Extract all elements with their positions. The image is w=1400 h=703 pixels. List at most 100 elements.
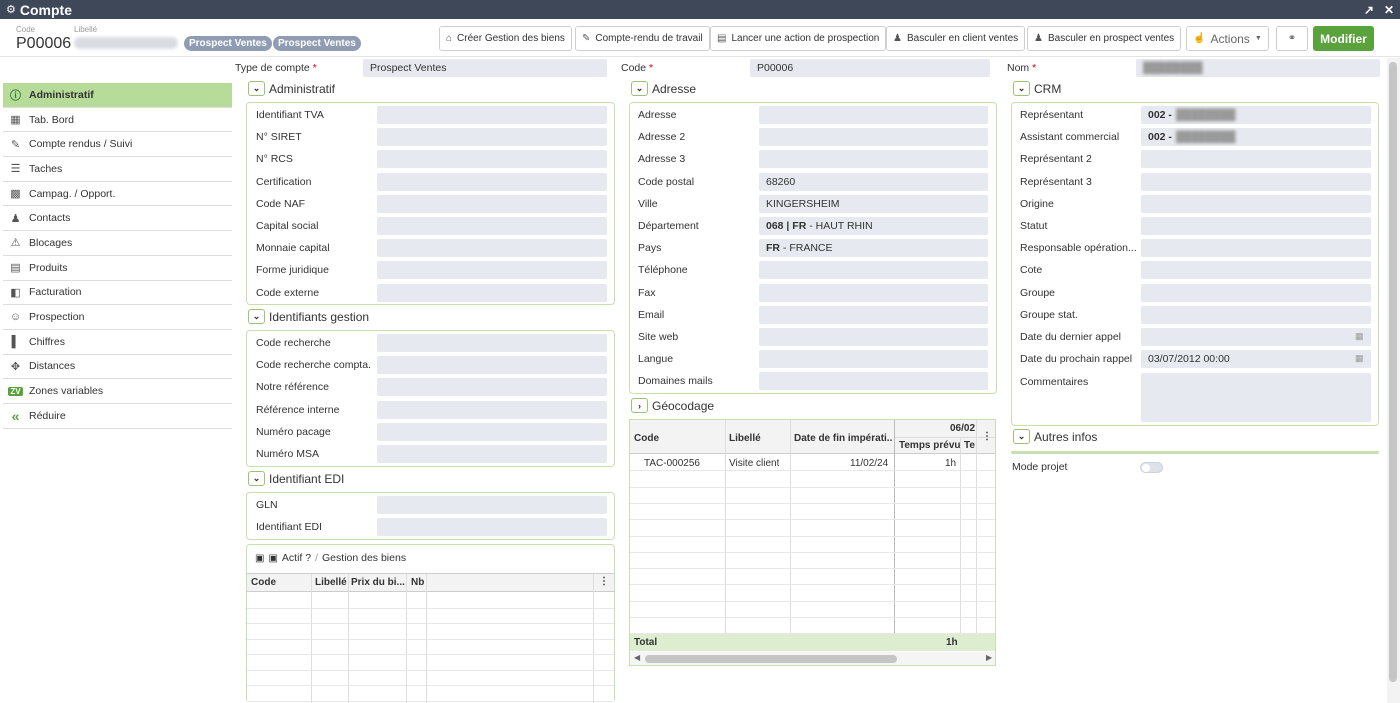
field-input[interactable] (377, 239, 607, 258)
field-input[interactable] (759, 328, 988, 346)
field-input[interactable] (377, 422, 607, 441)
field-input[interactable] (377, 334, 607, 352)
nom-field[interactable]: ████████ (1136, 59, 1380, 77)
field-input[interactable] (759, 261, 988, 280)
scroll-thumb[interactable] (645, 655, 897, 663)
field-input[interactable] (1141, 239, 1371, 258)
geocodage-section-header[interactable]: › Géocodage (631, 398, 714, 413)
field-input[interactable] (377, 283, 607, 302)
field-input[interactable] (377, 128, 607, 147)
field-input[interactable]: 68260 (759, 172, 988, 191)
sidebar-item-contacts[interactable]: ♟ Contacts (3, 206, 232, 232)
field-input[interactable] (377, 172, 607, 191)
field-input[interactable] (377, 518, 607, 537)
mode-projet-toggle[interactable] (1140, 462, 1163, 473)
field-input[interactable] (377, 194, 607, 213)
sidebar-item-campag-opport[interactable]: ▩ Campag. / Opport. (3, 182, 232, 207)
sidebar-item-distances[interactable]: ✥ Distances (3, 355, 232, 380)
sidebar-item-taches[interactable]: ☰ Taches (3, 157, 232, 182)
compte-rendu-button[interactable]: ✎ Compte-rendu de travail (575, 26, 710, 51)
actions-button[interactable]: ☝ Actions ▼ (1186, 26, 1269, 51)
autres-infos-section-header[interactable]: ⌄ Autres infos (1013, 429, 1097, 444)
field-input[interactable] (377, 496, 607, 514)
field-input[interactable] (377, 261, 607, 280)
geo-col-te[interactable]: Te (964, 440, 975, 451)
chevron-down-icon[interactable]: ⌄ (1013, 429, 1030, 444)
field-input[interactable] (759, 305, 988, 324)
scroll-right-icon[interactable]: ▶ (986, 653, 992, 662)
field-input[interactable] (1141, 328, 1371, 346)
field-input[interactable] (1141, 172, 1371, 191)
scroll-left-icon[interactable]: ◀ (634, 653, 640, 662)
geo-col-temps[interactable]: Temps prévu (899, 440, 961, 451)
close-icon[interactable]: ✕ (1384, 3, 1394, 17)
field-input[interactable] (1141, 261, 1371, 280)
field-input[interactable] (377, 217, 607, 235)
chevron-down-icon[interactable]: ⌄ (248, 309, 265, 324)
chevron-down-icon[interactable]: ⌄ (1013, 81, 1030, 96)
chevron-down-icon[interactable]: ⌄ (248, 81, 265, 96)
sidebar-item-tab-bord[interactable]: ▦ Tab. Bord (3, 108, 232, 133)
calendar-icon[interactable]: ▦ (1355, 353, 1364, 364)
type-compte-field[interactable]: Prospect Ventes (363, 59, 607, 77)
page-scrollbar[interactable] (1387, 58, 1400, 703)
column-menu-icon[interactable]: ⋮ (599, 576, 609, 587)
modifier-button[interactable]: Modifier (1313, 26, 1374, 51)
field-input[interactable]: 002 - ████████ (1141, 106, 1371, 124)
field-input[interactable] (759, 350, 988, 369)
horizontal-scrollbar[interactable]: ◀ ▶ (630, 652, 995, 665)
field-input[interactable] (1141, 305, 1371, 324)
geo-col-code[interactable]: Code (634, 433, 659, 444)
commentaires-textarea[interactable] (1141, 373, 1371, 422)
field-input[interactable] (377, 445, 607, 463)
attach-button[interactable]: ⚭ (1276, 26, 1308, 51)
crm-section-header[interactable]: ⌄ CRM (1013, 81, 1061, 96)
basculer-client-button[interactable]: ♟ Basculer en client ventes (886, 26, 1026, 51)
biens-col-prix[interactable]: Prix du bi... (351, 577, 405, 588)
field-input[interactable] (377, 150, 607, 169)
field-input[interactable] (1141, 194, 1371, 213)
field-input[interactable] (377, 400, 607, 419)
lancer-action-button[interactable]: ▤ Lancer une action de prospection (710, 26, 887, 51)
creer-gestion-button[interactable]: ⌂ Créer Gestion des biens (439, 26, 572, 51)
field-input[interactable] (377, 378, 607, 397)
field-input[interactable] (759, 150, 988, 169)
biens-col-nb[interactable]: Nb (411, 577, 424, 588)
field-input[interactable] (1141, 217, 1371, 235)
field-input[interactable] (759, 106, 988, 124)
sidebar-item-compte-rendus-suivi[interactable]: ✎ Compte rendus / Suivi (3, 132, 232, 158)
field-input[interactable]: KINGERSHEIM (759, 194, 988, 213)
sidebar-item-zones-variables[interactable]: ZV Zones variables (3, 379, 232, 404)
adresse-section-header[interactable]: ⌄ Adresse (631, 81, 696, 96)
chevron-down-icon[interactable]: ⌄ (248, 471, 265, 486)
field-input[interactable] (759, 372, 988, 391)
sidebar-item-r-duire[interactable]: « Réduire (3, 404, 232, 429)
biens-col-code[interactable]: Code (251, 577, 276, 588)
sidebar-item-prospection[interactable]: ☺ Prospection (3, 305, 232, 330)
sidebar-item-facturation[interactable]: ◧ Facturation (3, 281, 232, 306)
popout-icon[interactable]: ↗ (1364, 3, 1374, 17)
chevron-down-icon[interactable]: ⌄ (631, 81, 648, 96)
field-input[interactable] (377, 356, 607, 375)
field-input[interactable] (377, 106, 607, 124)
field-input[interactable]: 068 | FR - HAUT RHIN (759, 217, 988, 235)
chevron-right-icon[interactable]: › (631, 398, 648, 413)
field-input[interactable]: 03/07/2012 00:00 (1141, 350, 1371, 369)
biens-col-libelle[interactable]: Libellé (315, 577, 347, 588)
basculer-prospect-button[interactable]: ♟ Basculer en prospect ventes (1027, 26, 1182, 51)
code-field[interactable]: P00006 (750, 59, 990, 77)
identifiants-gestion-section-header[interactable]: ⌄ Identifiants gestion (248, 309, 369, 324)
sidebar-item-blocages[interactable]: ⚠ Blocages (3, 231, 232, 256)
calendar-icon[interactable]: ▦ (1355, 331, 1364, 342)
expand-all-icon[interactable]: ▣ (255, 553, 264, 564)
field-input[interactable] (759, 283, 988, 302)
field-input[interactable]: FR - FRANCE (759, 239, 988, 258)
field-input[interactable] (1141, 283, 1371, 302)
field-input[interactable] (759, 128, 988, 147)
field-input[interactable]: 002 - ████████ (1141, 128, 1371, 147)
geo-col-libelle[interactable]: Libellé (729, 433, 761, 444)
page-scroll-thumb[interactable] (1389, 62, 1397, 682)
geo-col-date[interactable]: Date de fin impérati... (794, 433, 892, 444)
administratif-section-header[interactable]: ⌄ Administratif (248, 81, 335, 96)
sidebar-item-administratif[interactable]: ⓘ Administratif (3, 83, 232, 108)
